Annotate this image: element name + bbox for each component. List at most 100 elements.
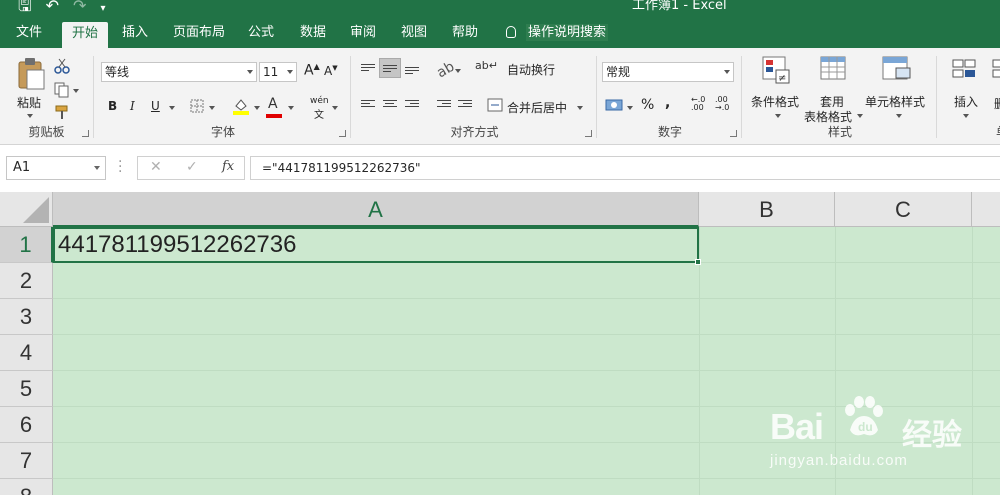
font-size-select[interactable]: 11 <box>259 62 297 82</box>
orientation-icon[interactable]: ab <box>434 59 457 82</box>
align-center-icon[interactable] <box>383 100 397 111</box>
paste-icon[interactable] <box>16 56 46 90</box>
alignment-launcher-icon[interactable] <box>585 130 592 137</box>
redo-icon[interactable]: ↷ <box>73 0 86 15</box>
tab-page-layout[interactable]: 页面布局 <box>168 18 230 48</box>
row-header-8[interactable]: 8 <box>0 479 53 495</box>
row-header-1[interactable]: 1 <box>0 227 53 263</box>
font-launcher-icon[interactable] <box>339 130 346 137</box>
paste-label[interactable]: 粘贴 <box>17 94 41 111</box>
column-header-a[interactable]: A <box>53 192 699 227</box>
orientation-dropdown-icon[interactable] <box>455 69 461 73</box>
borders-icon[interactable] <box>190 99 204 113</box>
tab-review[interactable]: 审阅 <box>342 18 384 48</box>
number-format-select[interactable]: 常规 <box>602 62 734 82</box>
row-header-3[interactable]: 3 <box>0 299 53 335</box>
align-left-icon[interactable] <box>361 100 375 111</box>
cell-styles-dropdown-icon[interactable] <box>896 114 902 118</box>
conditional-formatting-icon[interactable]: ≠ <box>762 56 790 84</box>
font-name-select[interactable]: 等线 <box>101 62 257 82</box>
row-header-2[interactable]: 2 <box>0 263 53 299</box>
phonetic-dropdown-icon[interactable] <box>332 106 338 110</box>
save-icon[interactable]: 🖫 <box>18 0 32 18</box>
format-as-table-icon[interactable] <box>820 56 848 84</box>
format-painter-icon[interactable] <box>54 104 70 120</box>
row-header-7[interactable]: 7 <box>0 443 53 479</box>
row-header-6[interactable]: 6 <box>0 407 53 443</box>
watermark-suffix: 经验 <box>902 418 962 453</box>
formula-input[interactable]: ="441781199512262736" <box>250 156 1000 180</box>
row-header-5[interactable]: 5 <box>0 371 53 407</box>
comma-button[interactable]: , <box>665 95 670 111</box>
italic-button[interactable]: I <box>130 99 135 113</box>
tab-insert[interactable]: 插入 <box>114 18 156 48</box>
merge-dropdown-icon[interactable] <box>577 106 583 110</box>
tab-home[interactable]: 开始 <box>62 22 108 48</box>
tab-file[interactable]: 文件 <box>8 18 50 48</box>
number-launcher-icon[interactable] <box>730 130 737 137</box>
underline-dropdown-icon[interactable] <box>169 106 175 110</box>
select-all-button[interactable] <box>0 192 53 227</box>
cancel-icon[interactable]: ✕ <box>150 159 162 175</box>
font-color-icon[interactable]: A <box>268 96 278 112</box>
align-top-icon[interactable] <box>361 64 375 75</box>
column-header-c[interactable]: C <box>835 192 972 227</box>
fill-color-dropdown-icon[interactable] <box>254 106 260 110</box>
accounting-icon[interactable] <box>605 98 623 112</box>
paste-dropdown-icon[interactable] <box>27 114 33 118</box>
formula-bar-grip-icon[interactable]: · · · <box>118 155 123 179</box>
decrease-decimal-icon[interactable]: .00 →.0 <box>715 96 729 112</box>
tell-me-search[interactable]: 操作说明搜索 <box>506 18 609 48</box>
copy-icon[interactable] <box>54 82 70 98</box>
undo-icon[interactable]: ↶ <box>46 0 59 15</box>
tab-data[interactable]: 数据 <box>292 18 334 48</box>
column-header-b[interactable]: B <box>699 192 835 227</box>
number-group-label: 数字 <box>657 125 682 139</box>
cell-a1[interactable]: 441781199512262736 <box>53 227 701 265</box>
cell-styles-icon[interactable] <box>882 56 912 84</box>
format-as-table-dropdown-icon[interactable] <box>857 114 863 118</box>
align-right-icon[interactable] <box>405 100 419 111</box>
underline-button[interactable]: U <box>151 99 160 113</box>
increase-decimal-icon[interactable]: ←.0.00 <box>691 96 705 112</box>
accounting-dropdown-icon[interactable] <box>627 106 633 110</box>
row-header-4[interactable]: 4 <box>0 335 53 371</box>
clipboard-launcher-icon[interactable] <box>82 130 89 137</box>
borders-dropdown-icon[interactable] <box>209 106 215 110</box>
cell-styles-button[interactable]: 单元格样式 <box>865 93 925 110</box>
fill-handle[interactable] <box>695 259 701 265</box>
insert-cells-button[interactable]: 插入 <box>954 93 978 110</box>
merge-center-icon[interactable] <box>487 98 503 112</box>
name-box-dropdown-icon[interactable] <box>94 166 100 170</box>
name-box[interactable]: A1 <box>6 156 106 180</box>
percent-button[interactable]: % <box>641 97 654 113</box>
wrap-text-button[interactable]: 自动换行 <box>507 61 555 78</box>
phonetic-icon[interactable]: wén <box>310 96 329 106</box>
merge-center-button[interactable]: 合并后居中 <box>507 99 567 116</box>
customize-icon[interactable]: ▾ <box>100 3 105 14</box>
insert-cells-dropdown-icon[interactable] <box>963 114 969 118</box>
bold-button[interactable]: B <box>108 99 117 113</box>
enter-icon[interactable]: ✓ <box>186 159 198 175</box>
column-header-d[interactable] <box>972 192 1000 227</box>
delete-cells-icon[interactable] <box>991 56 1000 84</box>
wrap-text-icon[interactable]: ab↵ <box>475 59 498 72</box>
insert-cells-icon[interactable] <box>951 56 981 84</box>
tab-help[interactable]: 帮助 <box>444 18 486 48</box>
font-color-dropdown-icon[interactable] <box>288 106 294 110</box>
copy-dropdown-icon[interactable] <box>73 89 79 93</box>
insert-function-icon[interactable]: fx <box>222 159 234 174</box>
align-bottom-icon[interactable] <box>405 67 419 78</box>
conditional-formatting-button[interactable]: 条件格式 <box>751 93 799 110</box>
conditional-formatting-dropdown-icon[interactable] <box>775 114 781 118</box>
decrease-font-icon[interactable]: A▼ <box>324 64 338 78</box>
delete-cells-label[interactable]: 删 <box>994 95 1000 112</box>
increase-font-icon[interactable]: A▲ <box>304 62 320 79</box>
tab-view[interactable]: 视图 <box>393 18 435 48</box>
decrease-indent-icon[interactable] <box>437 100 451 111</box>
fill-color-icon[interactable] <box>232 97 250 115</box>
tab-formulas[interactable]: 公式 <box>240 18 282 48</box>
increase-indent-icon[interactable] <box>458 100 472 111</box>
cut-icon[interactable] <box>54 58 70 74</box>
formula-buttons: ✕ ✓ fx <box>137 156 245 180</box>
